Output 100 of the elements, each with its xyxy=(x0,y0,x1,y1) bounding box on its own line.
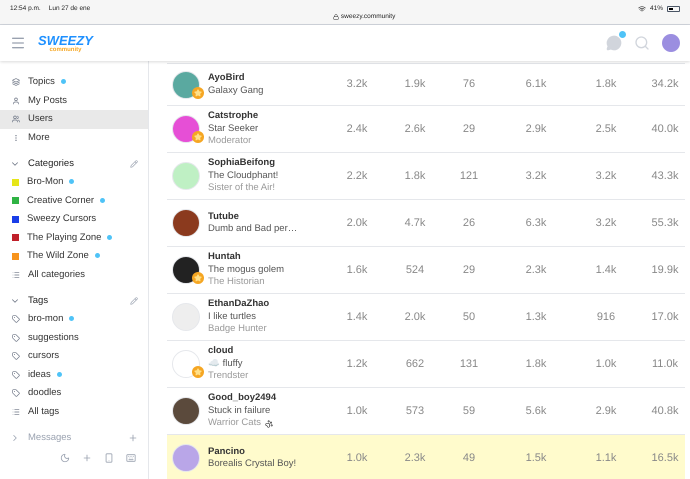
stat-cell-text: 34.2k xyxy=(650,77,680,92)
section-title[interactable]: Categories xyxy=(28,156,74,172)
user-row[interactable]: Tutube Dumb and Bad per… 2.0k 4.7k 26 6.3k 3.2k 55.3k xyxy=(167,199,685,246)
nav-label: Users xyxy=(28,112,53,126)
user-title: The mogus golem xyxy=(208,264,286,276)
stat-cell-text: 29 xyxy=(462,262,476,278)
stat-cell-text: 16.5k xyxy=(650,450,680,466)
menu-icon[interactable] xyxy=(10,35,26,51)
stat-cell-text: 2.0k xyxy=(346,216,368,231)
username[interactable]: Huntah xyxy=(208,251,328,264)
tag-link[interactable]: suggestions xyxy=(0,328,148,347)
category-link[interactable]: Creative Corner xyxy=(0,192,148,210)
stat-cell-text: 3.2k xyxy=(524,168,548,184)
username[interactable]: Catstrophe xyxy=(208,110,328,123)
category-link[interactable]: Bro-Mon xyxy=(0,173,148,192)
stat-cell-text: 131 xyxy=(458,356,480,372)
keyboard-icon[interactable] xyxy=(126,453,136,463)
tag-label: ideas xyxy=(28,368,51,382)
sidebar-item[interactable]: My Posts xyxy=(0,92,148,110)
stat-cell-text: 1.6k xyxy=(346,262,368,278)
chat-icon[interactable] xyxy=(606,35,622,51)
add-icon[interactable] xyxy=(82,453,92,463)
user-row[interactable]: EthanDaZhao I like turtles Badge Hunter 1.4k 2.0k 50 1.3k 916 17.0k xyxy=(167,293,685,340)
category-link[interactable]: All categories xyxy=(0,266,148,284)
stat-cell-text: 50 xyxy=(462,310,476,325)
stat-cell-text: 59 xyxy=(462,404,476,419)
tag-icon xyxy=(12,334,20,342)
battery-icon xyxy=(666,6,680,12)
stat-cell-text: 1.0k xyxy=(346,450,368,466)
user-avatar[interactable] xyxy=(662,34,680,52)
search-icon[interactable] xyxy=(634,35,650,51)
stat-cell-text: 2.6k xyxy=(404,122,426,137)
user-row[interactable]: SophiaBeifong The Cloudphant! Sister of the Air! 2.2k 1.8k 121 3.2k 3.2k 43.3k xyxy=(167,152,685,199)
user-row[interactable]: AyoBird Galaxy Gang 3.2k 1.9k 76 6.1k 1.8k 34.2k xyxy=(167,63,685,105)
tag-link[interactable]: bro-mon xyxy=(0,310,148,328)
stat-cell-text: 43.3k xyxy=(650,168,680,184)
stat-cell-text: 2.9k xyxy=(594,404,618,419)
user-flair: Badge Hunter xyxy=(208,323,268,336)
username[interactable]: SophiaBeifong xyxy=(208,157,328,170)
username[interactable]: Tutube xyxy=(208,210,328,223)
user-row[interactable]: Pancino Borealis Crystal Boy! 1.0k 2.3k 49 1.5k 1.1k 16.5k xyxy=(167,434,685,479)
category-link[interactable]: The Wild Zone xyxy=(0,247,148,266)
stat-cell-text: 1.4k xyxy=(346,310,368,325)
username[interactable]: Good_boy2494 xyxy=(208,392,328,405)
tag-label: All tags xyxy=(28,404,60,419)
phone-icon[interactable] xyxy=(104,453,114,463)
avatar[interactable] xyxy=(172,397,200,425)
stat-cell-text: 916 xyxy=(596,310,616,325)
user-flair: Warrior Cats xyxy=(208,417,328,430)
moon-icon[interactable] xyxy=(60,453,70,463)
user-row[interactable]: cloud ☁ fluffy Trendster 1.2k 662 131 1.8k 1.0k 11.0k xyxy=(167,340,685,387)
stat-cell-text: 3.2k xyxy=(594,216,618,231)
username[interactable]: EthanDaZhao xyxy=(208,298,328,311)
tag-link[interactable]: doodles xyxy=(0,384,148,402)
user-flair: Moderator xyxy=(208,135,252,148)
tag-link[interactable]: ideas xyxy=(0,366,148,384)
user-flair: The Historian xyxy=(208,276,266,289)
stat-cell-text: 1.0k xyxy=(594,356,618,372)
stat-cell-text: 2.5k xyxy=(594,122,618,137)
stat-cell-text: 1.2k xyxy=(346,356,368,372)
stat-cell-text: 1.3k xyxy=(524,310,548,325)
user-row[interactable]: Catstrophe Star Seeker Moderator 2.4k 2.6k 29 2.9k 2.5k 40.0k xyxy=(167,105,685,152)
category-label: Sweezy Cursors xyxy=(27,212,96,226)
stat-cell-text: 29 xyxy=(462,122,476,137)
edit-icon[interactable] xyxy=(130,160,138,168)
user-title: Stuck in failure xyxy=(208,404,272,418)
stat-cell-text: 524 xyxy=(404,262,426,278)
stat-cell-text: 5.6k xyxy=(524,404,548,419)
user-row[interactable]: Huntah The mogus golem The Historian 1.6k 524 29 2.3k 1.4k 19.9k xyxy=(167,246,685,293)
stat-cell-text: 662 xyxy=(404,356,426,372)
stat-cell-text: 1.1k xyxy=(594,450,618,466)
tag-link[interactable]: All tags xyxy=(0,402,148,421)
list-icon xyxy=(12,270,20,279)
sidebar-item[interactable]: Topics xyxy=(0,73,148,92)
avatar[interactable] xyxy=(172,256,200,284)
stat-cell-text: 2.9k xyxy=(524,122,548,137)
user-title: Dumb and Bad per… xyxy=(208,223,298,236)
sidebar-item[interactable]: More xyxy=(0,128,148,147)
username[interactable]: cloud xyxy=(208,345,328,358)
stat-cell-text: 1.8k xyxy=(524,356,548,372)
nav-icon xyxy=(12,115,20,124)
sidebar-item[interactable]: Users xyxy=(0,110,148,128)
nav-label: My Posts xyxy=(28,94,68,108)
category-link[interactable]: The Playing Zone xyxy=(0,228,148,247)
username[interactable]: Pancino xyxy=(208,446,328,458)
category-label: Bro-Mon xyxy=(27,175,64,190)
nav-icon xyxy=(12,96,20,105)
stat-cell-text: 4.7k xyxy=(404,216,426,231)
stat-cell-text: 6.1k xyxy=(524,77,548,92)
section-title[interactable]: Tags xyxy=(28,294,48,308)
stat-cell-text: 1.4k xyxy=(594,262,618,278)
category-link[interactable]: Sweezy Cursors xyxy=(0,210,148,228)
add-icon[interactable] xyxy=(128,433,138,443)
edit-icon[interactable] xyxy=(130,297,138,305)
avatar[interactable] xyxy=(172,209,200,237)
username[interactable]: AyoBird xyxy=(208,72,328,84)
stat-cell-text: 2.2k xyxy=(346,168,368,184)
tag-link[interactable]: cursors xyxy=(0,347,148,366)
stat-cell-text: 40.8k xyxy=(650,404,680,419)
stat-cell-text: 1.8k xyxy=(404,168,426,184)
